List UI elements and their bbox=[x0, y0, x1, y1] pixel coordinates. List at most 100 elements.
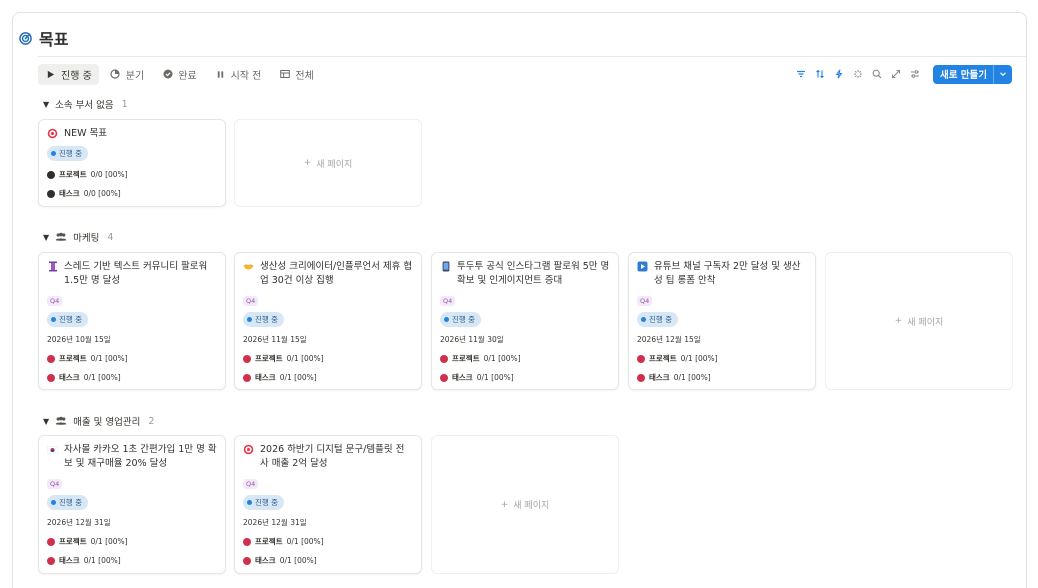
plus-icon: + bbox=[303, 158, 312, 168]
dot-icon bbox=[47, 170, 55, 179]
dot-icon bbox=[243, 354, 251, 363]
project-progress: 프로젝트 0/0 [00%] bbox=[47, 169, 217, 180]
new-button-label: 새로 만들기 bbox=[939, 70, 987, 81]
expand-icon[interactable] bbox=[891, 69, 902, 80]
settings-sliders-icon[interactable] bbox=[910, 69, 921, 80]
dot-icon bbox=[47, 354, 55, 363]
tab-label: 진행 중 bbox=[61, 70, 92, 82]
card-title: 자사몰 카카오 1초 간편가입 1만 명 확보 및 재구매율 20% 달성 bbox=[64, 444, 217, 469]
card-threads-goal[interactable]: 스레드 기반 텍스트 커뮤니티 팔로워 1.5만 명 달성 Q4 진행 중 20… bbox=[38, 252, 226, 390]
tab-done[interactable]: 완료 bbox=[155, 64, 203, 85]
dot-icon bbox=[440, 354, 448, 363]
tab-label: 완료 bbox=[178, 70, 197, 82]
new-page-button[interactable]: + 새 페이지 bbox=[825, 252, 1013, 390]
new-button[interactable]: 새로 만들기 bbox=[932, 64, 1012, 84]
tab-in-progress[interactable]: 진행 중 bbox=[38, 63, 99, 85]
due-date: 2026년 10월 15일 bbox=[47, 335, 111, 344]
collapse-triangle-icon[interactable]: ▼ bbox=[43, 100, 49, 109]
tab-quarter[interactable]: 분기 bbox=[103, 64, 151, 85]
plus-icon: + bbox=[894, 316, 903, 326]
due-date: 2026년 11월 30일 bbox=[440, 335, 504, 344]
chevron-down-icon[interactable] bbox=[993, 64, 1012, 84]
task-progress: 태스크 0/1 [00%] bbox=[637, 372, 807, 383]
status-badge: 진행 중 bbox=[47, 495, 89, 510]
tab-label: 전체 bbox=[295, 70, 314, 82]
card-title: 유튜브 채널 구독자 2만 달성 및 생산성 팁 롱폼 안착 bbox=[654, 261, 801, 286]
card-title: 스레드 기반 텍스트 커뮤니티 팔로워 1.5만 명 달성 bbox=[64, 261, 208, 286]
card-creator-collab-goal[interactable]: 생산성 크리에이터/인플루언서 제휴 협업 30건 이상 집행 Q4 진행 중 … bbox=[234, 252, 422, 390]
tab-not-started[interactable]: 시작 전 bbox=[208, 64, 269, 85]
card-new-goal[interactable]: NEW 목표 진행 중 프로젝트 0/0 [00%] 태스크 0/0 [00%] bbox=[38, 119, 226, 207]
people-icon bbox=[55, 232, 67, 242]
project-progress: 프로젝트 0/1 [00%] bbox=[47, 353, 217, 364]
collapse-triangle-icon[interactable]: ▼ bbox=[43, 233, 49, 242]
due-date: 2026년 12월 15일 bbox=[637, 335, 701, 344]
card-title: 투두투 공식 인스타그램 팔로워 5만 명 확보 및 인게이지먼트 증대 bbox=[457, 261, 610, 286]
title-divider bbox=[38, 56, 1026, 57]
lightning-icon[interactable] bbox=[834, 69, 845, 80]
phone-icon bbox=[440, 261, 451, 272]
status-badge: 진행 중 bbox=[440, 312, 482, 327]
project-progress: 프로젝트 0/1 [00%] bbox=[47, 536, 217, 547]
card-kakao-signup-goal[interactable]: 자사몰 카카오 1초 간편가입 1만 명 확보 및 재구매율 20% 달성 Q4… bbox=[38, 435, 226, 574]
due-date: 2026년 11월 15일 bbox=[243, 335, 307, 344]
status-badge: 진행 중 bbox=[637, 312, 679, 327]
dot-icon bbox=[47, 373, 55, 382]
group-name: 마케팅 bbox=[73, 233, 100, 244]
dot-icon bbox=[243, 556, 251, 565]
dot-icon bbox=[637, 373, 645, 382]
card-youtube-goal[interactable]: 유튜브 채널 구독자 2만 달성 및 생산성 팁 롱폼 안착 Q4 진행 중 2… bbox=[628, 252, 816, 390]
tab-label: 분기 bbox=[125, 70, 145, 82]
new-page-label: 새 페이지 bbox=[907, 317, 944, 328]
quarter-tag: Q4 bbox=[637, 296, 653, 306]
card-title: 생산성 크리에이터/인플루언서 제휴 협업 30건 이상 집행 bbox=[260, 261, 413, 286]
tab-all[interactable]: 전체 bbox=[272, 64, 320, 85]
toolbar-actions: 새로 만들기 bbox=[796, 64, 1012, 84]
play-icon bbox=[45, 69, 56, 80]
task-progress: 태스크 0/1 [00%] bbox=[47, 372, 217, 383]
people-icon bbox=[55, 416, 67, 426]
task-progress: 태스크 0/1 [00%] bbox=[243, 372, 413, 383]
page-title: 목표 bbox=[39, 30, 69, 49]
flag-kr-icon bbox=[47, 444, 58, 455]
card-instagram-goal[interactable]: 투두투 공식 인스타그램 팔로워 5만 명 확보 및 인게이지먼트 증대 Q4 … bbox=[431, 252, 619, 390]
due-date: 2026년 12월 31일 bbox=[47, 518, 111, 527]
collapse-triangle-icon[interactable]: ▼ bbox=[43, 417, 49, 426]
dot-icon bbox=[637, 354, 645, 363]
sort-icon[interactable] bbox=[815, 69, 826, 80]
project-progress: 프로젝트 0/1 [00%] bbox=[637, 353, 807, 364]
search-icon[interactable] bbox=[872, 69, 883, 80]
card-revenue-goal[interactable]: 2026 하반기 디지털 문구/템플릿 전사 매출 2억 달성 Q4 진행 중 … bbox=[234, 435, 422, 574]
group-count: 2 bbox=[148, 415, 155, 427]
tab-label: 시작 전 bbox=[230, 70, 262, 82]
dot-icon bbox=[47, 556, 55, 565]
pause-icon bbox=[215, 69, 226, 80]
dot-icon bbox=[47, 537, 55, 546]
quarter-tag: Q4 bbox=[440, 296, 456, 306]
view-toolbar: 진행 중 분기 완료 시작 전 전체 새로 만들기 bbox=[38, 63, 1012, 85]
new-page-button[interactable]: + 새 페이지 bbox=[234, 119, 422, 207]
handshake-icon bbox=[243, 261, 254, 272]
quarter-tag: Q4 bbox=[243, 479, 259, 489]
dot-icon bbox=[243, 373, 251, 382]
group-header-no-dept[interactable]: ▼ 소속 부서 없음 1 bbox=[43, 97, 128, 112]
card-title: NEW 목표 bbox=[64, 128, 108, 139]
project-progress: 프로젝트 0/1 [00%] bbox=[440, 353, 610, 364]
new-page-label: 새 페이지 bbox=[316, 159, 353, 170]
plus-icon: + bbox=[500, 499, 509, 510]
group-name: 매출 및 영업관리 bbox=[73, 417, 141, 428]
sparkle-icon[interactable] bbox=[853, 69, 864, 80]
new-page-label: 새 페이지 bbox=[513, 501, 550, 511]
group-header-marketing[interactable]: ▼ 마케팅 4 bbox=[43, 230, 113, 245]
group-header-sales[interactable]: ▼ 매출 및 영업관리 2 bbox=[43, 414, 155, 429]
project-progress: 프로젝트 0/1 [00%] bbox=[243, 536, 413, 547]
target-icon bbox=[19, 31, 32, 45]
group-name: 소속 부서 없음 bbox=[55, 100, 114, 111]
dot-icon bbox=[440, 373, 448, 382]
filter-icon[interactable] bbox=[796, 69, 807, 80]
quarter-tag: Q4 bbox=[47, 296, 63, 306]
due-date: 2026년 12월 31일 bbox=[243, 518, 307, 527]
status-badge: 진행 중 bbox=[47, 312, 89, 327]
new-page-button[interactable]: + 새 페이지 bbox=[431, 435, 619, 574]
group-count: 1 bbox=[121, 98, 128, 110]
